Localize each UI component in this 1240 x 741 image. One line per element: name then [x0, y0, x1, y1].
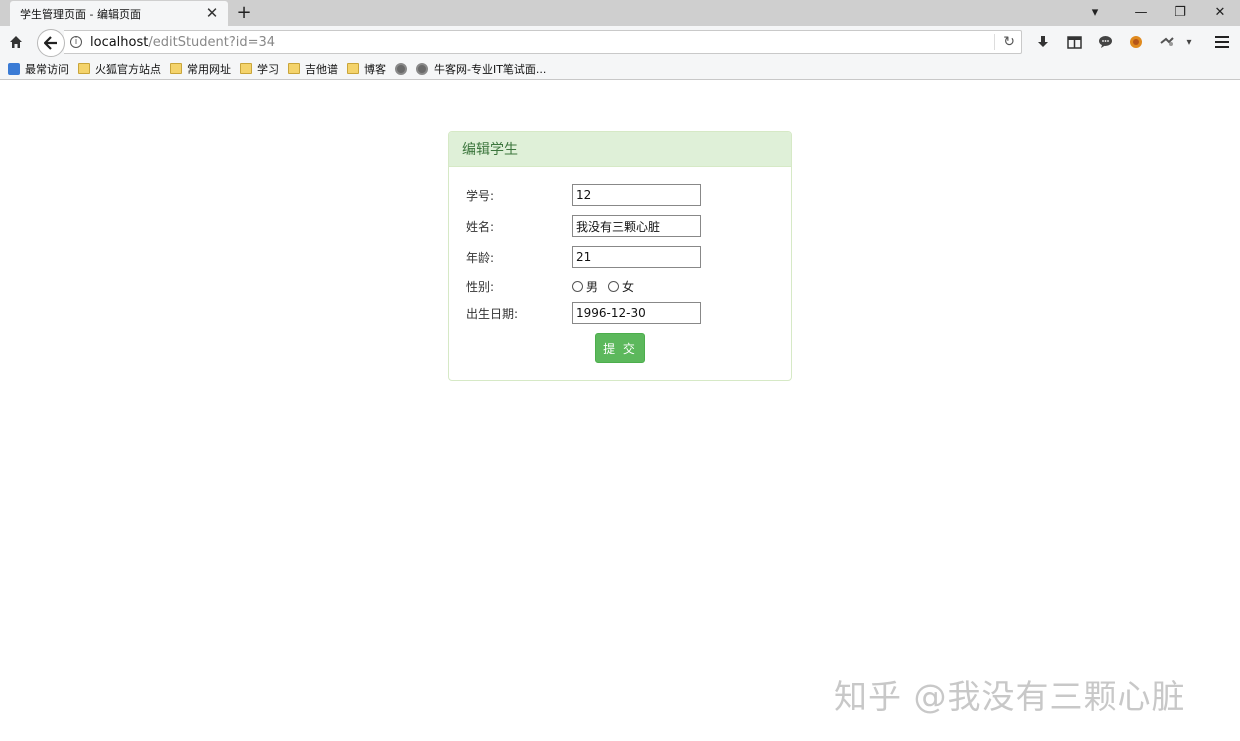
bookmark-label: 常用网址 [187, 62, 231, 76]
name-label: 姓名: [466, 219, 495, 234]
bookmark-blog[interactable]: 博客 [347, 61, 386, 77]
tab-bar: 学生管理页面 - 编辑页面 ✕ + ▾ — ❐ ✕ [0, 0, 1240, 26]
tab-title: 学生管理页面 - 编辑页面 [20, 7, 141, 21]
menu-button[interactable] [1212, 30, 1232, 54]
panel-title: 编辑学生 [462, 142, 518, 158]
chat-button[interactable] [1095, 30, 1115, 54]
bookmark-label: 最常访问 [25, 62, 69, 76]
student-id-row: 学号: [466, 184, 701, 206]
site-info-icon[interactable]: i [70, 36, 82, 48]
gender-row: 性别: 男 女 [466, 275, 644, 297]
age-label: 年龄: [466, 250, 495, 265]
gender-label: 性别: [466, 279, 495, 294]
download-icon [1038, 36, 1048, 47]
chat-bubble-icon [1098, 36, 1112, 48]
downloads-button[interactable] [1034, 30, 1052, 54]
url-path: /editStudent?id=34 [148, 34, 276, 50]
bookmark-label: 学习 [257, 62, 279, 76]
navigation-bar: i localhost/editStudent?id=34 ↻ ▾ [0, 26, 1240, 58]
gender-male-radio[interactable]: 男 [572, 278, 598, 295]
globe-icon [416, 62, 428, 75]
bookmark-firefox-sites[interactable]: 火狐官方站点 [78, 61, 161, 77]
bookmark-most-visited[interactable]: 最常访问 [8, 61, 69, 77]
minimize-button[interactable]: — [1128, 3, 1154, 23]
window-close-button[interactable]: ✕ [1207, 3, 1233, 23]
bookmark-label: 吉他谱 [305, 62, 338, 76]
tab-close-icon[interactable]: ✕ [204, 5, 220, 21]
student-id-label: 学号: [466, 188, 495, 203]
folder-icon [288, 63, 300, 74]
home-icon [10, 36, 22, 48]
bookmark-label: 牛客网-专业IT笔试面... [434, 62, 547, 76]
addon-icon [1160, 37, 1174, 46]
birthday-label: 出生日期: [466, 306, 519, 321]
most-visited-icon [8, 62, 20, 75]
watermark: 知乎 @我没有三颗心脏 [834, 677, 1186, 716]
home-button[interactable] [6, 30, 26, 54]
panel-heading: 编辑学生 [449, 132, 791, 167]
back-button[interactable] [37, 29, 65, 57]
url-separator [994, 34, 995, 50]
folder-icon [170, 63, 182, 74]
active-tab[interactable]: 学生管理页面 - 编辑页面 ✕ [10, 1, 228, 26]
back-arrow-icon [44, 36, 57, 50]
edit-student-panel: 编辑学生 学号: 姓名: 年龄: 性别: 男 女 出生日期: 提 交 [448, 131, 792, 381]
addon-dropdown-icon[interactable]: ▾ [1183, 30, 1195, 54]
bookmark-globe[interactable] [395, 62, 413, 75]
url-text: localhost/editStudent?id=34 [90, 35, 275, 50]
birthday-row: 出生日期: [466, 302, 701, 324]
submit-button[interactable]: 提 交 [595, 333, 645, 363]
age-input[interactable] [572, 246, 701, 268]
bookmark-guitar-tabs[interactable]: 吉他谱 [288, 61, 338, 77]
radio-circle-icon[interactable] [572, 280, 583, 292]
tab-list-dropdown-icon[interactable]: ▾ [1082, 3, 1108, 23]
new-tab-button[interactable]: + [234, 3, 254, 23]
student-id-input[interactable] [572, 184, 701, 206]
globe-icon [395, 62, 407, 75]
bookmark-common-urls[interactable]: 常用网址 [170, 61, 231, 77]
age-row: 年龄: [466, 246, 701, 268]
folder-icon [78, 63, 90, 74]
folder-icon [347, 63, 359, 74]
birthday-input[interactable] [572, 302, 701, 324]
url-host: localhost [90, 34, 149, 50]
sidebar-icon [1066, 35, 1082, 49]
name-input[interactable] [572, 215, 701, 237]
bookmark-label: 博客 [364, 62, 386, 76]
bookmark-study[interactable]: 学习 [240, 61, 279, 77]
bookmark-label: 火狐官方站点 [95, 62, 161, 76]
reader-view-button[interactable] [1064, 30, 1084, 54]
gender-female-radio[interactable]: 女 [608, 278, 634, 295]
name-row: 姓名: [466, 215, 701, 237]
bookmark-nowcoder[interactable]: 牛客网-专业IT笔试面... [416, 61, 546, 77]
bookmarks-toolbar: 最常访问 火狐官方站点 常用网址 学习 吉他谱 博客 牛客网-专业IT笔试面..… [0, 58, 1240, 80]
hamburger-menu-icon [1215, 36, 1229, 48]
gender-female-label: 女 [622, 279, 635, 294]
restore-button[interactable]: ❐ [1167, 3, 1193, 23]
extension-orange-icon [1130, 36, 1142, 48]
gender-male-label: 男 [586, 279, 599, 294]
extension-button[interactable] [1126, 30, 1146, 54]
url-bar[interactable]: i localhost/editStudent?id=34 ↻ [64, 30, 1022, 54]
radio-circle-icon[interactable] [608, 280, 620, 292]
addon-button[interactable] [1156, 30, 1178, 54]
folder-icon [240, 63, 252, 74]
reload-icon[interactable]: ↻ [1003, 34, 1015, 50]
